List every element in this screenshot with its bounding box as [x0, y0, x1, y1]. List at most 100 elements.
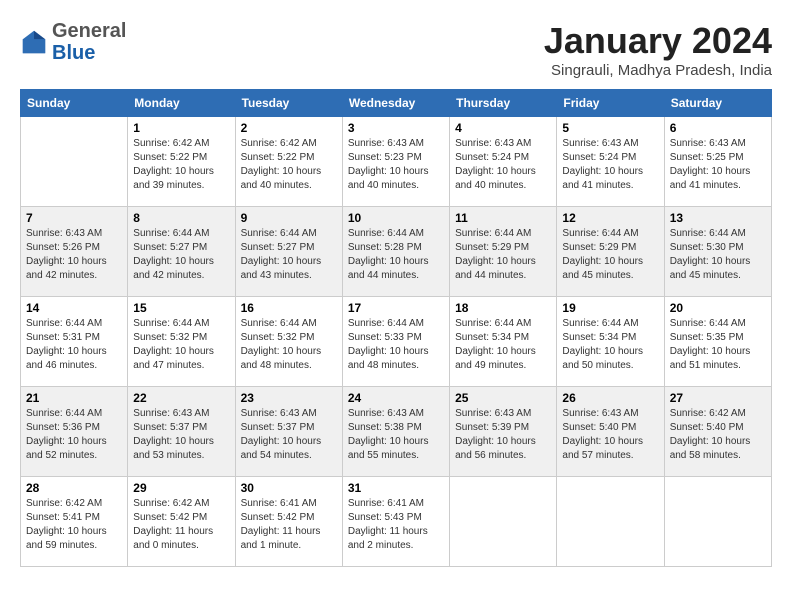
day-number: 16 [241, 301, 337, 315]
day-number: 8 [133, 211, 229, 225]
day-number: 4 [455, 121, 551, 135]
day-info: Sunrise: 6:43 AMSunset: 5:23 PMDaylight:… [348, 137, 444, 193]
day-info: Sunrise: 6:43 AMSunset: 5:24 PMDaylight:… [455, 137, 551, 193]
day-info: Sunrise: 6:42 AMSunset: 5:22 PMDaylight:… [133, 137, 229, 193]
month-title: January 2024 [544, 20, 772, 62]
weekday-header-cell: Wednesday [342, 90, 449, 117]
calendar-week-row: 14Sunrise: 6:44 AMSunset: 5:31 PMDayligh… [21, 297, 772, 387]
weekday-header-cell: Sunday [21, 90, 128, 117]
day-info: Sunrise: 6:44 AMSunset: 5:29 PMDaylight:… [455, 227, 551, 283]
day-number: 1 [133, 121, 229, 135]
day-info: Sunrise: 6:44 AMSunset: 5:32 PMDaylight:… [241, 317, 337, 373]
calendar-cell: 20Sunrise: 6:44 AMSunset: 5:35 PMDayligh… [664, 297, 771, 387]
calendar: SundayMondayTuesdayWednesdayThursdayFrid… [20, 89, 772, 567]
calendar-cell: 15 Sunrise: 6:44 AMSunset: 5:32 PMDayligh… [128, 297, 235, 387]
day-number: 21 [26, 391, 122, 405]
day-info: Sunrise: 6:42 AMSunset: 5:42 PMDaylight:… [133, 497, 229, 553]
day-info: Sunrise: 6:43 AMSunset: 5:39 PMDaylight:… [455, 407, 551, 463]
calendar-cell: 9 Sunrise: 6:44 AMSunset: 5:27 PMDaylight… [235, 207, 342, 297]
calendar-cell [21, 117, 128, 207]
day-info: Sunrise: 6:44 AMSunset: 5:33 PMDaylight:… [348, 317, 444, 373]
calendar-cell: 7 Sunrise: 6:43 AMSunset: 5:26 PMDaylight… [21, 207, 128, 297]
calendar-cell: 12 Sunrise: 6:44 AMSunset: 5:29 PMDayligh… [557, 207, 664, 297]
day-info: Sunrise: 6:43 AMSunset: 5:25 PMDaylight:… [670, 137, 766, 193]
day-number: 18 [455, 301, 551, 315]
calendar-cell: 8 Sunrise: 6:44 AMSunset: 5:27 PMDaylight… [128, 207, 235, 297]
calendar-cell: 6 Sunrise: 6:43 AMSunset: 5:25 PMDaylight… [664, 117, 771, 207]
calendar-week-row: 21 Sunrise: 6:44 AMSunset: 5:36 PMDayligh… [21, 387, 772, 477]
calendar-cell: 29 Sunrise: 6:42 AMSunset: 5:42 PMDayligh… [128, 477, 235, 567]
day-info: Sunrise: 6:44 AMSunset: 5:27 PMDaylight:… [133, 227, 229, 283]
calendar-cell: 11Sunrise: 6:44 AMSunset: 5:29 PMDayligh… [450, 207, 557, 297]
calendar-week-row: 1 Sunrise: 6:42 AMSunset: 5:22 PMDaylight… [21, 117, 772, 207]
day-info: Sunrise: 6:43 AMSunset: 5:37 PMDaylight:… [133, 407, 229, 463]
day-number: 23 [241, 391, 337, 405]
day-number: 29 [133, 481, 229, 495]
calendar-cell: 23 Sunrise: 6:43 AMSunset: 5:37 PMDayligh… [235, 387, 342, 477]
calendar-cell: 13 Sunrise: 6:44 AMSunset: 5:30 PMDayligh… [664, 207, 771, 297]
day-number: 26 [562, 391, 658, 405]
day-number: 6 [670, 121, 766, 135]
weekday-header-cell: Monday [128, 90, 235, 117]
day-info: Sunrise: 6:44 AMSunset: 5:27 PMDaylight:… [241, 227, 337, 283]
day-info: Sunrise: 6:44 AMSunset: 5:28 PMDaylight:… [348, 227, 444, 283]
day-number: 9 [241, 211, 337, 225]
calendar-cell: 27Sunrise: 6:42 AMSunset: 5:40 PMDayligh… [664, 387, 771, 477]
day-number: 19 [562, 301, 658, 315]
day-info: Sunrise: 6:44 AMSunset: 5:36 PMDaylight:… [26, 407, 122, 463]
day-number: 13 [670, 211, 766, 225]
calendar-cell: 17Sunrise: 6:44 AMSunset: 5:33 PMDayligh… [342, 297, 449, 387]
day-info: Sunrise: 6:42 AMSunset: 5:41 PMDaylight:… [26, 497, 122, 553]
calendar-cell: 24Sunrise: 6:43 AMSunset: 5:38 PMDayligh… [342, 387, 449, 477]
calendar-cell [557, 477, 664, 567]
day-info: Sunrise: 6:43 AMSunset: 5:40 PMDaylight:… [562, 407, 658, 463]
day-info: Sunrise: 6:44 AMSunset: 5:32 PMDaylight:… [133, 317, 229, 373]
weekday-header-cell: Tuesday [235, 90, 342, 117]
calendar-cell: 31 Sunrise: 6:41 AMSunset: 5:43 PMDayligh… [342, 477, 449, 567]
day-number: 12 [562, 211, 658, 225]
day-number: 22 [133, 391, 229, 405]
calendar-cell: 21 Sunrise: 6:44 AMSunset: 5:36 PMDayligh… [21, 387, 128, 477]
day-info: Sunrise: 6:41 AMSunset: 5:43 PMDaylight:… [348, 497, 444, 553]
day-info: Sunrise: 6:42 AMSunset: 5:40 PMDaylight:… [670, 407, 766, 463]
calendar-cell: 26 Sunrise: 6:43 AMSunset: 5:40 PMDayligh… [557, 387, 664, 477]
calendar-cell: 4 Sunrise: 6:43 AMSunset: 5:24 PMDaylight… [450, 117, 557, 207]
day-info: Sunrise: 6:44 AMSunset: 5:34 PMDaylight:… [455, 317, 551, 373]
day-info: Sunrise: 6:44 AMSunset: 5:31 PMDaylight:… [26, 317, 122, 373]
day-number: 30 [241, 481, 337, 495]
calendar-cell: 1 Sunrise: 6:42 AMSunset: 5:22 PMDaylight… [128, 117, 235, 207]
calendar-cell: 16 Sunrise: 6:44 AMSunset: 5:32 PMDayligh… [235, 297, 342, 387]
calendar-cell [450, 477, 557, 567]
day-number: 3 [348, 121, 444, 135]
calendar-cell: 25 Sunrise: 6:43 AMSunset: 5:39 PMDayligh… [450, 387, 557, 477]
calendar-cell: 5Sunrise: 6:43 AMSunset: 5:24 PMDaylight… [557, 117, 664, 207]
day-info: Sunrise: 6:43 AMSunset: 5:26 PMDaylight:… [26, 227, 122, 283]
calendar-cell: 2Sunrise: 6:42 AMSunset: 5:22 PMDaylight… [235, 117, 342, 207]
day-number: 25 [455, 391, 551, 405]
day-number: 10 [348, 211, 444, 225]
logo-text: General Blue [52, 20, 126, 64]
calendar-cell: 19Sunrise: 6:44 AMSunset: 5:34 PMDayligh… [557, 297, 664, 387]
calendar-cell: 28 Sunrise: 6:42 AMSunset: 5:41 PMDayligh… [21, 477, 128, 567]
calendar-cell: 30 Sunrise: 6:41 AMSunset: 5:42 PMDayligh… [235, 477, 342, 567]
calendar-cell: 22 Sunrise: 6:43 AMSunset: 5:37 PMDayligh… [128, 387, 235, 477]
calendar-cell: 18 Sunrise: 6:44 AMSunset: 5:34 PMDayligh… [450, 297, 557, 387]
day-info: Sunrise: 6:44 AMSunset: 5:29 PMDaylight:… [562, 227, 658, 283]
day-number: 20 [670, 301, 766, 315]
logo: General Blue [20, 20, 126, 64]
day-number: 28 [26, 481, 122, 495]
calendar-week-row: 7 Sunrise: 6:43 AMSunset: 5:26 PMDaylight… [21, 207, 772, 297]
day-number: 15 [133, 301, 229, 315]
weekday-header-cell: Friday [557, 90, 664, 117]
day-info: Sunrise: 6:41 AMSunset: 5:42 PMDaylight:… [241, 497, 337, 553]
location: Singrauli, Madhya Pradesh, India [544, 62, 772, 79]
day-info: Sunrise: 6:43 AMSunset: 5:37 PMDaylight:… [241, 407, 337, 463]
day-number: 5 [562, 121, 658, 135]
day-number: 31 [348, 481, 444, 495]
day-number: 7 [26, 211, 122, 225]
day-info: Sunrise: 6:42 AMSunset: 5:22 PMDaylight:… [241, 137, 337, 193]
day-info: Sunrise: 6:44 AMSunset: 5:30 PMDaylight:… [670, 227, 766, 283]
calendar-cell: 14Sunrise: 6:44 AMSunset: 5:31 PMDayligh… [21, 297, 128, 387]
day-number: 24 [348, 391, 444, 405]
calendar-week-row: 28 Sunrise: 6:42 AMSunset: 5:41 PMDayligh… [21, 477, 772, 567]
